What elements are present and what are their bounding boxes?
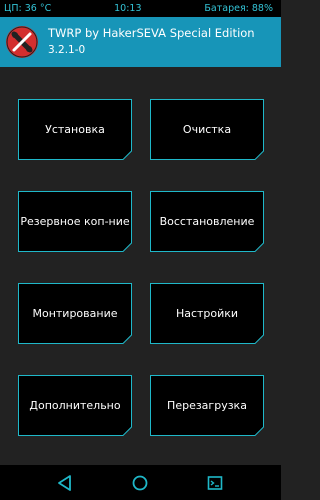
main-menu: Установка Очистка Резервное коп-ние Восс… — [0, 67, 281, 465]
install-button[interactable]: Установка — [18, 99, 132, 160]
mount-button[interactable]: Монтирование — [18, 283, 132, 344]
advanced-label: Дополнительно — [29, 399, 121, 412]
back-triangle-icon[interactable] — [56, 474, 74, 492]
twrp-logo-icon — [6, 26, 38, 58]
battery-level: Батарея: 88% — [204, 3, 273, 14]
restore-button[interactable]: Восстановление — [150, 191, 264, 252]
install-label: Установка — [45, 123, 105, 136]
wipe-button[interactable]: Очистка — [150, 99, 264, 160]
backup-label: Резервное коп-ние — [20, 215, 130, 228]
clock: 10:13 — [114, 3, 142, 14]
restore-label: Восстановление — [159, 215, 255, 228]
settings-button[interactable]: Настройки — [150, 283, 264, 344]
terminal-log-icon[interactable] — [206, 474, 224, 492]
wipe-label: Очистка — [182, 123, 232, 136]
mount-label: Монтирование — [32, 307, 118, 320]
backup-button[interactable]: Резервное коп-ние — [18, 191, 132, 252]
reboot-button[interactable]: Перезагрузка — [150, 375, 264, 436]
navigation-bar — [0, 465, 281, 500]
home-icon[interactable] — [131, 474, 149, 492]
settings-label: Настройки — [175, 307, 239, 320]
cpu-temperature: ЦП: 36 °C — [4, 3, 52, 14]
app-version: 3.2.1-0 — [48, 44, 86, 56]
advanced-button[interactable]: Дополнительно — [18, 375, 132, 436]
app-header: TWRP by HakerSEVA Special Edition 3.2.1-… — [0, 17, 281, 67]
reboot-label: Перезагрузка — [167, 399, 247, 412]
app-title: TWRP by HakerSEVA Special Edition — [48, 26, 255, 40]
status-bar: ЦП: 36 °C 10:13 Батарея: 88% — [0, 0, 281, 17]
